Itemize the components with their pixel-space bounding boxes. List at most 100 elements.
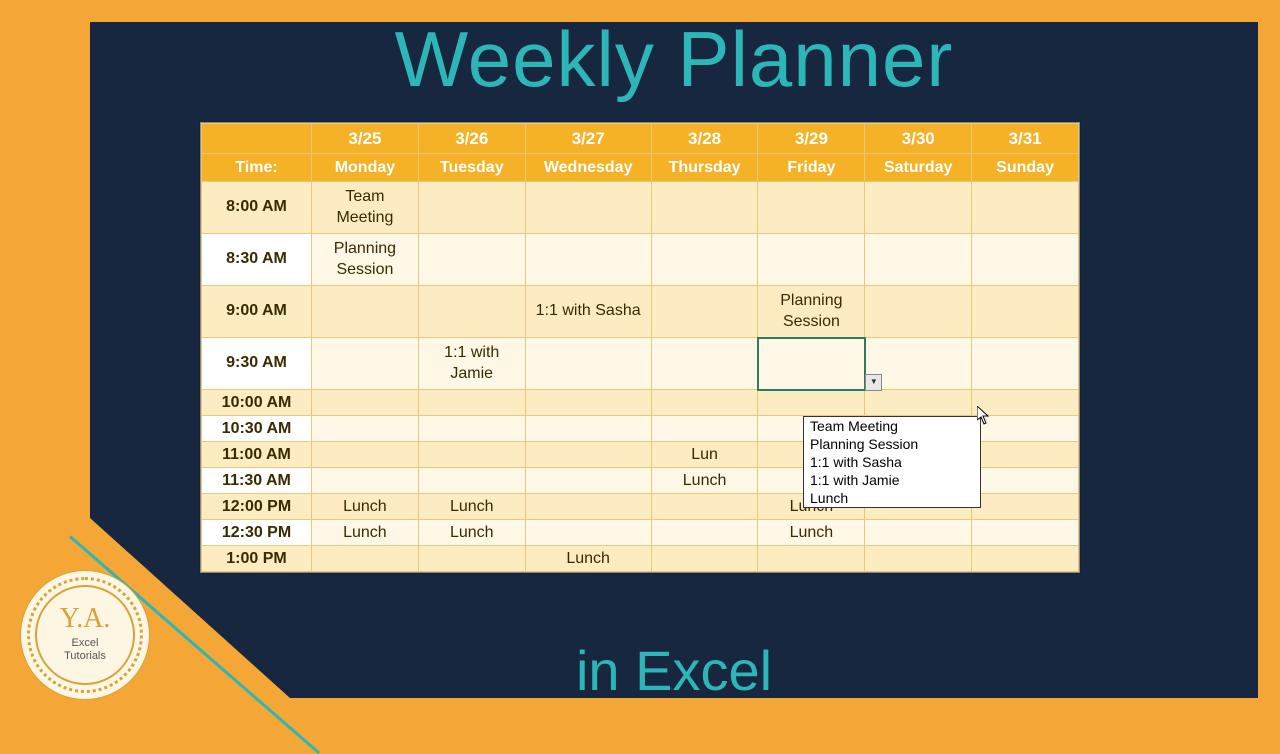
planner-cell[interactable] bbox=[972, 338, 1079, 390]
planner-cell[interactable] bbox=[525, 338, 651, 390]
planner-cell[interactable] bbox=[972, 442, 1079, 468]
planner-cell[interactable] bbox=[312, 546, 419, 572]
planner-cell[interactable] bbox=[312, 286, 419, 338]
planner-cell[interactable]: Lunch bbox=[525, 546, 651, 572]
data-validation-dropdown[interactable]: Team Meeting Planning Session 1:1 with S… bbox=[803, 416, 981, 508]
planner-cell[interactable] bbox=[651, 520, 758, 546]
planner-cell[interactable] bbox=[312, 468, 419, 494]
planner-cell[interactable] bbox=[418, 546, 525, 572]
planner-cell[interactable] bbox=[525, 442, 651, 468]
planner-cell[interactable]: Planning Session bbox=[758, 286, 865, 338]
planner-cell[interactable] bbox=[865, 182, 972, 234]
planner-cell[interactable] bbox=[418, 442, 525, 468]
time-cell[interactable]: 8:30 AM bbox=[202, 234, 312, 286]
planner-cell[interactable] bbox=[525, 390, 651, 416]
planner-cell[interactable]: Lunch bbox=[418, 520, 525, 546]
planner-cell[interactable]: ▼ bbox=[758, 338, 865, 390]
planner-cell[interactable] bbox=[418, 468, 525, 494]
planner-cell[interactable] bbox=[758, 390, 865, 416]
planner-cell[interactable] bbox=[525, 520, 651, 546]
dropdown-option[interactable]: 1:1 with Sasha bbox=[804, 453, 980, 471]
date-header-cell[interactable]: 3/27 bbox=[525, 124, 651, 154]
date-header-cell[interactable]: 3/26 bbox=[418, 124, 525, 154]
planner-cell[interactable] bbox=[651, 234, 758, 286]
planner-cell[interactable]: Team Meeting bbox=[312, 182, 419, 234]
planner-cell[interactable]: Lunch bbox=[651, 468, 758, 494]
planner-cell[interactable]: Planning Session bbox=[312, 234, 419, 286]
planner-cell[interactable] bbox=[758, 234, 865, 286]
planner-cell[interactable] bbox=[865, 546, 972, 572]
time-cell[interactable]: 11:30 AM bbox=[202, 468, 312, 494]
dropdown-option[interactable]: Planning Session bbox=[804, 435, 980, 453]
planner-cell[interactable]: Lun bbox=[651, 442, 758, 468]
date-header-cell[interactable]: 3/30 bbox=[865, 124, 972, 154]
planner-cell[interactable] bbox=[418, 182, 525, 234]
planner-cell[interactable] bbox=[651, 494, 758, 520]
planner-cell[interactable] bbox=[865, 286, 972, 338]
planner-cell[interactable] bbox=[758, 546, 865, 572]
planner-cell[interactable]: Lunch bbox=[418, 494, 525, 520]
planner-cell[interactable] bbox=[418, 286, 525, 338]
planner-cell[interactable] bbox=[758, 182, 865, 234]
page-title: Weekly Planner bbox=[395, 14, 954, 105]
time-cell[interactable]: 9:00 AM bbox=[202, 286, 312, 338]
time-cell[interactable]: 9:30 AM bbox=[202, 338, 312, 390]
table-row: 9:30 AM 1:1 with Jamie ▼ bbox=[202, 338, 1079, 390]
dropdown-option[interactable]: 1:1 with Jamie bbox=[804, 471, 980, 489]
dropdown-option[interactable]: Lunch bbox=[804, 489, 980, 507]
planner-cell[interactable] bbox=[525, 494, 651, 520]
date-header-cell[interactable]: 3/25 bbox=[312, 124, 419, 154]
planner-cell[interactable] bbox=[651, 182, 758, 234]
planner-cell[interactable]: Lunch bbox=[758, 520, 865, 546]
dropdown-arrow-icon[interactable]: ▼ bbox=[865, 374, 882, 391]
time-cell[interactable]: 11:00 AM bbox=[202, 442, 312, 468]
dropdown-option[interactable]: Team Meeting bbox=[804, 417, 980, 435]
planner-cell[interactable] bbox=[865, 390, 972, 416]
planner-cell[interactable] bbox=[525, 468, 651, 494]
planner-cell[interactable] bbox=[972, 286, 1079, 338]
planner-cell[interactable] bbox=[865, 520, 972, 546]
day-header-cell[interactable]: Thursday bbox=[651, 154, 758, 182]
planner-cell[interactable] bbox=[418, 390, 525, 416]
planner-cell[interactable] bbox=[972, 546, 1079, 572]
planner-cell[interactable] bbox=[972, 520, 1079, 546]
day-header-cell[interactable]: Sunday bbox=[972, 154, 1079, 182]
planner-cell[interactable] bbox=[418, 416, 525, 442]
planner-cell[interactable] bbox=[525, 234, 651, 286]
day-header-cell[interactable]: Friday bbox=[758, 154, 865, 182]
planner-cell[interactable] bbox=[651, 390, 758, 416]
planner-cell[interactable] bbox=[312, 338, 419, 390]
date-header-cell[interactable]: 3/29 bbox=[758, 124, 865, 154]
time-cell[interactable]: 12:00 PM bbox=[202, 494, 312, 520]
time-cell[interactable]: 10:30 AM bbox=[202, 416, 312, 442]
planner-cell[interactable]: Lunch bbox=[312, 494, 419, 520]
planner-cell[interactable] bbox=[651, 416, 758, 442]
planner-cell[interactable] bbox=[972, 494, 1079, 520]
planner-cell[interactable]: Lunch bbox=[312, 520, 419, 546]
date-header-cell[interactable] bbox=[202, 124, 312, 154]
day-header-cell[interactable]: Wednesday bbox=[525, 154, 651, 182]
planner-cell[interactable] bbox=[525, 416, 651, 442]
planner-cell[interactable] bbox=[312, 442, 419, 468]
planner-cell[interactable] bbox=[865, 234, 972, 286]
planner-cell[interactable] bbox=[651, 286, 758, 338]
planner-cell[interactable] bbox=[651, 546, 758, 572]
planner-cell[interactable] bbox=[418, 234, 525, 286]
planner-cell[interactable] bbox=[651, 338, 758, 390]
date-header-cell[interactable]: 3/31 bbox=[972, 124, 1079, 154]
planner-cell[interactable] bbox=[312, 390, 419, 416]
time-cell[interactable]: 10:00 AM bbox=[202, 390, 312, 416]
day-header-cell[interactable]: Tuesday bbox=[418, 154, 525, 182]
planner-cell[interactable] bbox=[525, 182, 651, 234]
day-header-cell[interactable]: Saturday bbox=[865, 154, 972, 182]
planner-cell[interactable]: 1:1 with Sasha bbox=[525, 286, 651, 338]
planner-cell[interactable] bbox=[972, 234, 1079, 286]
day-header-cell[interactable]: Monday bbox=[312, 154, 419, 182]
planner-cell[interactable] bbox=[972, 468, 1079, 494]
date-header-cell[interactable]: 3/28 bbox=[651, 124, 758, 154]
day-header-cell[interactable]: Time: bbox=[202, 154, 312, 182]
planner-cell[interactable] bbox=[972, 182, 1079, 234]
planner-cell[interactable]: 1:1 with Jamie bbox=[418, 338, 525, 390]
time-cell[interactable]: 8:00 AM bbox=[202, 182, 312, 234]
planner-cell[interactable] bbox=[312, 416, 419, 442]
